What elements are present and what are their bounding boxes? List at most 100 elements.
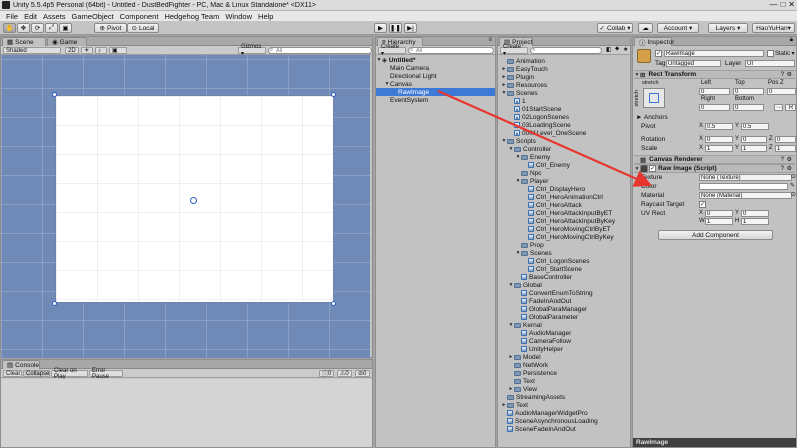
rect-handle-top-left[interactable]	[52, 92, 57, 97]
local-toggle-button[interactable]: ⊙ Local	[127, 23, 159, 33]
play-button[interactable]: ▶	[374, 23, 387, 33]
project-item[interactable]: NetWork	[508, 361, 548, 369]
left-input[interactable]: 0	[699, 88, 730, 95]
rect-handle-top-right[interactable]	[331, 92, 336, 97]
console-collapse-button[interactable]: Collapse	[23, 370, 50, 377]
console-clear-button[interactable]: Clear	[3, 370, 22, 377]
project-item[interactable]: ◈ 03LoadingScene	[508, 121, 571, 129]
project-item[interactable]: c# FadeInAndOut	[515, 297, 571, 305]
active-checkbox[interactable]: ✓	[655, 50, 662, 57]
tag-dropdown[interactable]: Untagged	[666, 60, 721, 67]
gizmos-dropdown[interactable]: Gizmos ▾	[238, 44, 266, 57]
raw-edit-button[interactable]: R	[785, 104, 796, 111]
2d-mode-toggle[interactable]: 2D	[65, 47, 79, 54]
anchors-foldout[interactable]: ► Anchors	[636, 114, 668, 121]
pivot-toggle-button[interactable]: ⊕ Pivot	[94, 23, 127, 33]
rotation-z-input[interactable]: 0	[775, 136, 796, 143]
project-item[interactable]: c# GlobalParameter	[515, 313, 578, 321]
object-picker-icon[interactable]: ⊙	[791, 191, 796, 198]
hand-tool-button[interactable]: ✋	[3, 23, 16, 33]
lighting-toggle[interactable]: ☀	[81, 47, 93, 54]
tab-scene[interactable]: ▦ Scene	[2, 37, 46, 46]
maximize-icon[interactable]: □	[780, 0, 785, 9]
tab-console[interactable]: ▤ Console	[2, 360, 40, 369]
project-item[interactable]: ► EasyTouch	[501, 65, 548, 73]
scale-x-input[interactable]: 1	[705, 145, 733, 152]
project-item[interactable]: ► Resources	[501, 81, 548, 89]
object-picker-icon[interactable]: ⊙	[791, 173, 796, 180]
raycast-target-checkbox[interactable]: ✓	[699, 201, 706, 208]
project-item[interactable]: ► View	[508, 385, 537, 393]
project-item[interactable]: ▼ Scenes	[515, 249, 552, 257]
console-log-count[interactable]: ⓘ 0	[319, 370, 334, 378]
project-item[interactable]: c# SceneFadeInAndOut	[501, 425, 576, 433]
project-item[interactable]: c# Ctrl_HeroMovingCtrlByKey	[522, 233, 614, 241]
project-item[interactable]: ▼ Player	[515, 177, 549, 185]
project-item[interactable]: ▼ Enemy	[515, 153, 551, 161]
project-item[interactable]: ▼ Controller	[508, 145, 552, 153]
close-icon[interactable]: ✕	[788, 0, 795, 9]
uv-y-input[interactable]: 0	[741, 210, 769, 217]
posz-input[interactable]: 0	[767, 88, 796, 95]
pivot-x-input[interactable]: 0.5	[705, 123, 733, 130]
project-item[interactable]: Persistence	[508, 369, 557, 377]
project-item[interactable]: Npc	[515, 169, 542, 177]
anchor-presets-button[interactable]	[643, 88, 665, 108]
hierarchy-search-input[interactable]: All	[408, 47, 494, 54]
scale-y-input[interactable]: 1	[741, 145, 767, 152]
help-icon[interactable]: ?	[781, 157, 784, 163]
project-item[interactable]: Animation	[501, 57, 545, 65]
right-input[interactable]: 0	[699, 104, 730, 111]
favorite-star-icon[interactable]: ★	[623, 46, 628, 53]
project-item[interactable]: ▼ Global	[508, 281, 542, 289]
console-warning-count[interactable]: ⚠ 0	[337, 370, 352, 377]
project-item[interactable]: c# Ctrl_LogonScenes	[522, 257, 589, 265]
panel-menu-icon[interactable]: ≡	[488, 37, 492, 43]
minimize-icon[interactable]: —	[769, 0, 777, 9]
layer-dropdown[interactable]: UI	[745, 60, 795, 67]
project-search-input[interactable]	[530, 47, 602, 54]
add-component-button[interactable]: Add Component	[658, 230, 773, 240]
project-item[interactable]: ▼ Scripts	[501, 137, 536, 145]
settings-gear-icon[interactable]: ⚙	[787, 165, 792, 172]
project-item[interactable]: ► Model	[508, 353, 541, 361]
object-name-input[interactable]: RawImage	[664, 50, 764, 57]
scale-tool-button[interactable]: ⤢	[45, 23, 58, 33]
uv-x-input[interactable]: 0	[705, 210, 733, 217]
rotation-x-input[interactable]: 0	[705, 136, 733, 143]
help-icon[interactable]: ?	[781, 72, 784, 78]
scene-search-input[interactable]: All	[268, 47, 372, 54]
project-item[interactable]: ▼ Scenes	[501, 89, 538, 97]
raw-image-enabled-checkbox[interactable]: ✓	[649, 165, 657, 172]
hierarchy-create-dropdown[interactable]: Create ▾	[378, 44, 406, 57]
account-dropdown[interactable]: Account ▾	[657, 23, 699, 33]
project-item[interactable]: c# Ctrl_Enemy	[522, 161, 570, 169]
menu-help[interactable]: Help	[255, 12, 276, 21]
hierarchy-item-eventsystem[interactable]: EventSystem	[390, 96, 428, 104]
project-item[interactable]: c# UnityHelper	[515, 345, 563, 353]
pivot-y-input[interactable]: 0.5	[741, 123, 769, 130]
eyedropper-icon[interactable]: ✎	[790, 182, 795, 189]
hierarchy-item-canvas[interactable]: ▼ Canvas	[384, 80, 413, 88]
lock-icon[interactable]: 🔒︎	[790, 37, 793, 44]
project-item[interactable]: c# BaseController	[515, 273, 572, 281]
material-object-field[interactable]: None (Material)	[699, 192, 792, 199]
rect-handle-bottom-right[interactable]	[331, 301, 336, 306]
uv-w-input[interactable]: 1	[705, 218, 733, 225]
canvas-renderer-header[interactable]: ▦ Canvas Renderer ? ⚙	[634, 155, 795, 164]
console-error-pause-button[interactable]: Error Pause	[89, 368, 123, 380]
rect-handle-bottom-left[interactable]	[52, 301, 57, 306]
collab-dropdown[interactable]: ✓ Collab ▾	[597, 23, 633, 33]
menu-hedgehog-team[interactable]: Hedgehog Team	[161, 12, 222, 21]
project-item[interactable]: ► Plugin	[501, 73, 535, 81]
project-item[interactable]: c# Ctrl_DisplayHero	[522, 185, 585, 193]
rotate-tool-button[interactable]: ⟳	[31, 23, 44, 33]
project-item[interactable]: c# ConvertEnumToString	[515, 289, 593, 297]
menu-file[interactable]: File	[3, 12, 21, 21]
project-item[interactable]: Text	[508, 377, 535, 385]
step-button[interactable]: ▶|	[404, 23, 417, 33]
preview-header[interactable]: RawImage	[633, 438, 796, 447]
project-item[interactable]: ◈ 0001Level_OneScene	[508, 129, 586, 137]
rect-transform-header[interactable]: ▼ ⊞ Rect Transform ? ⚙	[634, 70, 795, 79]
cloud-services-button[interactable]: ☁	[638, 23, 653, 33]
